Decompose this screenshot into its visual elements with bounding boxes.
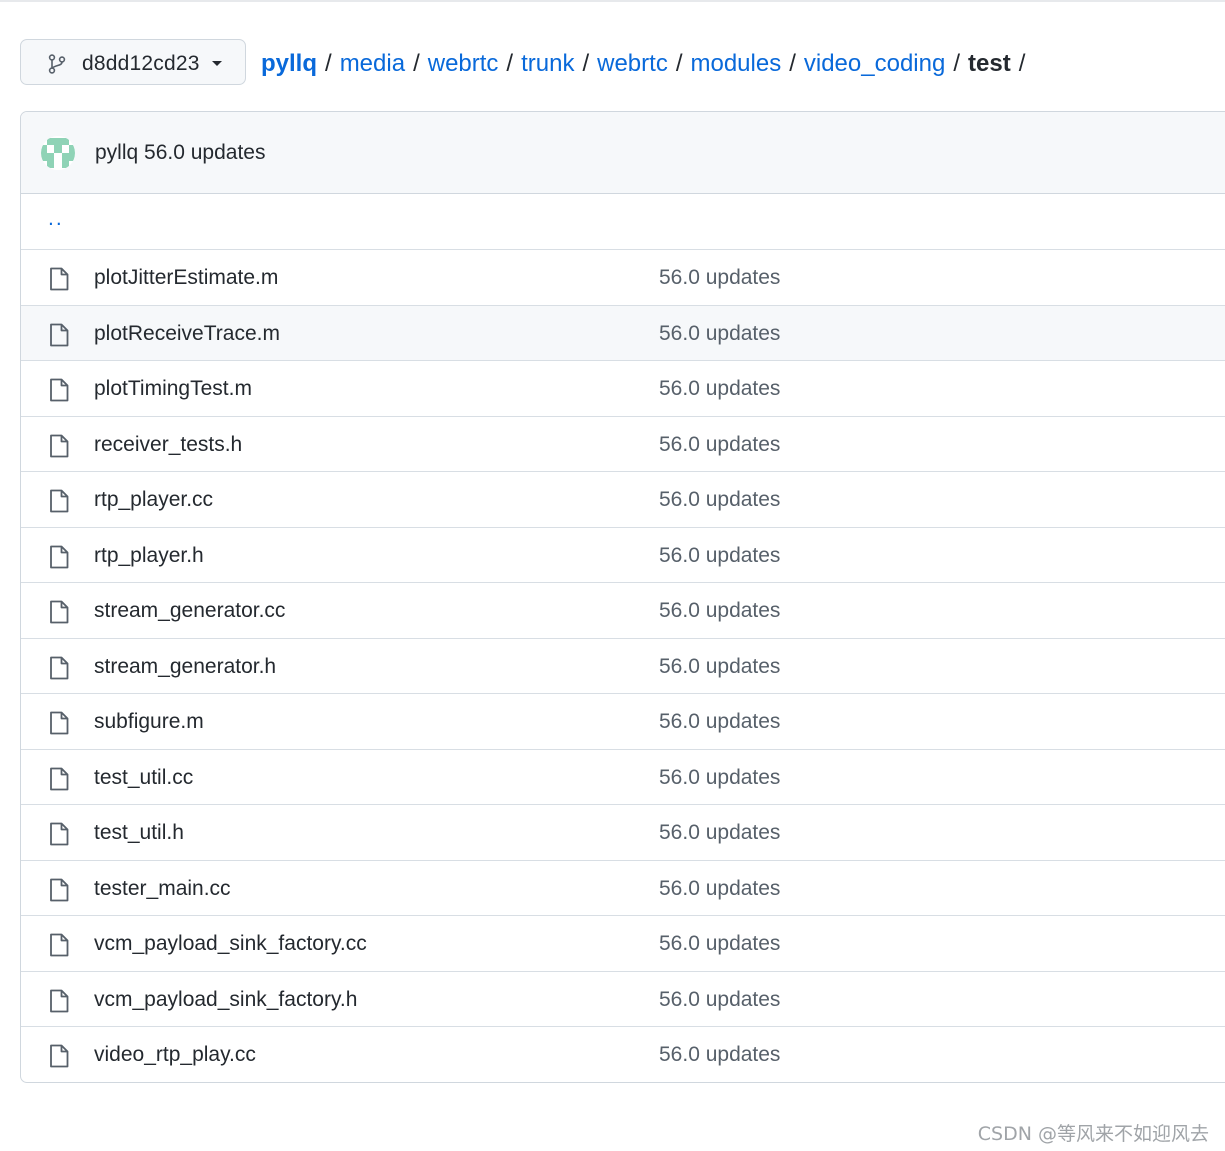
breadcrumb-link-media[interactable]: media [340,48,405,80]
avatar[interactable] [41,136,75,170]
file-icon [50,600,69,624]
breadcrumb-link-trunk[interactable]: trunk [521,48,574,80]
file-commit-message-link[interactable]: 56.0 updates [659,599,780,623]
file-row[interactable]: stream_generator.cc 56.0 updates [21,582,1225,638]
breadcrumb-link-modules[interactable]: modules [690,48,781,80]
breadcrumb-link-video-coding[interactable]: video_coding [804,48,945,80]
file-icon [50,767,69,790]
file-name-link[interactable]: vcm_payload_sink_factory.cc [94,932,367,956]
file-commit-message-link[interactable]: 56.0 updates [659,932,780,956]
latest-commit-header: pyllq 56.0 updates [21,112,1225,194]
breadcrumb-separator: / [1018,50,1026,77]
file-commit-message-link[interactable]: 56.0 updates [659,655,780,679]
file-commit-message-link[interactable]: 56.0 updates [659,266,780,290]
file-name-link[interactable]: test_util.cc [94,766,193,790]
file-commit-message-link[interactable]: 56.0 updates [659,766,780,790]
breadcrumb-separator: / [675,50,683,77]
file-row[interactable]: plotTimingTest.m 56.0 updates [21,360,1225,416]
file-icon [50,489,69,513]
caret-down-icon [212,61,222,66]
file-name-link[interactable]: subfigure.m [94,710,204,734]
branch-selector-button[interactable]: d8dd12cd23 [20,39,246,85]
breadcrumb-root-link[interactable]: pyllq [261,48,317,80]
file-commit-message-link[interactable]: 56.0 updates [659,377,780,401]
file-commit-message-link[interactable]: 56.0 updates [659,1043,780,1067]
parent-directory-link[interactable]: .. [48,207,64,231]
watermark: CSDN @等风来不如迎风去 [977,1123,1209,1145]
file-row[interactable]: test_util.h 56.0 updates [21,804,1225,860]
file-icon [50,933,69,957]
breadcrumb-separator: / [953,50,960,77]
file-icon [50,267,69,291]
file-commit-message-link[interactable]: 56.0 updates [659,821,780,845]
file-name-link[interactable]: video_rtp_play.cc [94,1043,256,1067]
breadcrumb-separator: / [789,50,796,77]
breadcrumb-link-webrtc[interactable]: webrtc [428,48,499,80]
file-icon [50,545,69,568]
commit-author-link[interactable]: pyllq [95,141,138,164]
file-row[interactable]: rtp_player.cc 56.0 updates [21,471,1225,527]
file-list-box: pyllq 56.0 updates .. plotJitterEstimate… [20,111,1225,1083]
file-icon [50,1044,69,1068]
file-name-link[interactable]: receiver_tests.h [94,433,242,457]
breadcrumb-current: test [968,50,1011,77]
file-icon [50,378,69,402]
file-commit-message-link[interactable]: 56.0 updates [659,988,780,1012]
file-icon [50,323,69,346]
file-commit-message-link[interactable]: 56.0 updates [659,488,780,512]
git-branch-icon [48,54,66,74]
file-row[interactable]: tester_main.cc 56.0 updates [21,859,1225,916]
file-icon [50,656,69,679]
file-icon [50,878,69,901]
file-name-link[interactable]: stream_generator.cc [94,599,285,623]
file-commit-message-link[interactable]: 56.0 updates [659,322,780,346]
breadcrumb-separator: / [506,50,514,77]
file-commit-message-link[interactable]: 56.0 updates [659,433,780,457]
file-name-link[interactable]: test_util.h [94,821,184,845]
file-name-link[interactable]: plotJitterEstimate.m [94,266,278,290]
file-icon [50,434,69,457]
file-row[interactable]: test_util.cc 56.0 updates [21,748,1225,805]
latest-commit-text: pyllq 56.0 updates [95,141,265,165]
breadcrumb-link-webrtc-inner[interactable]: webrtc [597,48,668,80]
file-name-link[interactable]: rtp_player.cc [94,488,213,512]
commit-message-link[interactable]: 56.0 updates [144,141,265,164]
file-commit-message-link[interactable]: 56.0 updates [659,877,780,901]
identicon-icon [41,136,75,170]
file-row[interactable]: plotReceiveTrace.m 56.0 updates [21,304,1225,360]
breadcrumb-separator: / [325,50,332,77]
file-row[interactable]: video_rtp_play.cc 56.0 updates [21,1026,1225,1082]
file-name-link[interactable]: rtp_player.h [94,544,204,568]
file-row[interactable]: subfigure.m 56.0 updates [21,693,1225,749]
top-divider [0,0,1225,2]
file-row[interactable]: vcm_payload_sink_factory.h 56.0 updates [21,970,1225,1027]
breadcrumb: pyllq / media / webrtc / trunk / webrtc … [261,48,1033,80]
file-name-link[interactable]: stream_generator.h [94,655,276,679]
breadcrumb-separator: / [413,50,420,77]
file-row[interactable]: receiver_tests.h 56.0 updates [21,415,1225,472]
file-icon [50,822,69,846]
file-name-link[interactable]: plotReceiveTrace.m [94,322,280,346]
branch-name: d8dd12cd23 [82,52,200,75]
file-commit-message-link[interactable]: 56.0 updates [659,710,780,734]
parent-directory-row[interactable]: .. [21,194,1225,249]
file-icon [50,989,69,1012]
file-row[interactable]: stream_generator.h 56.0 updates [21,637,1225,694]
file-row[interactable]: rtp_player.h 56.0 updates [21,526,1225,583]
file-row[interactable]: plotJitterEstimate.m 56.0 updates [21,249,1225,305]
file-name-link[interactable]: plotTimingTest.m [94,377,252,401]
file-commit-message-link[interactable]: 56.0 updates [659,544,780,568]
file-name-link[interactable]: tester_main.cc [94,877,231,901]
file-icon [50,711,69,735]
file-row[interactable]: vcm_payload_sink_factory.cc 56.0 updates [21,915,1225,971]
breadcrumb-separator: / [582,50,590,77]
file-name-link[interactable]: vcm_payload_sink_factory.h [94,988,357,1012]
